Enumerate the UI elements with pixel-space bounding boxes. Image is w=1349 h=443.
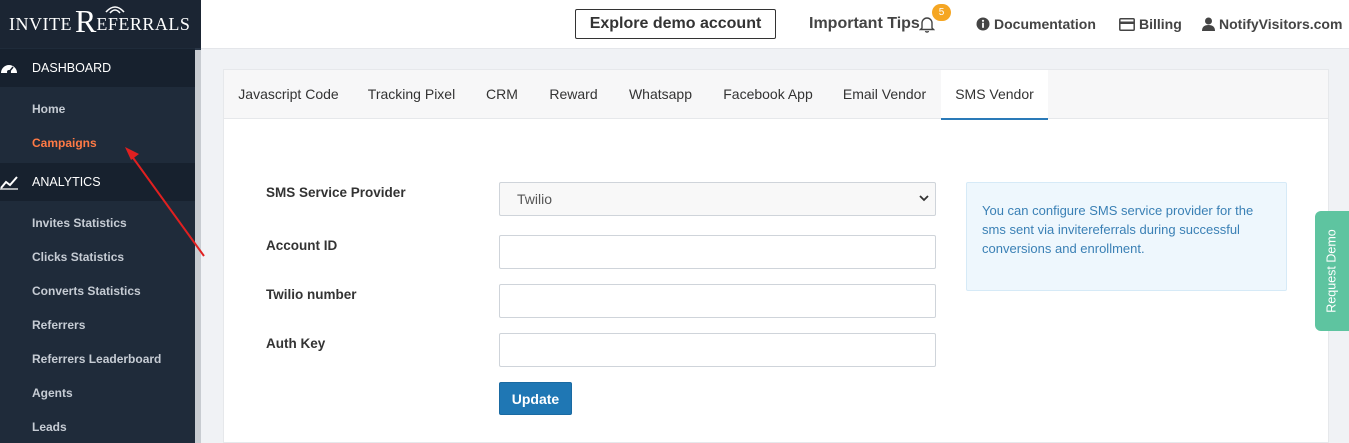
billing-label: Billing bbox=[1139, 16, 1182, 32]
sidebar-section-label: ANALYTICS bbox=[32, 175, 101, 189]
sms-provider-selected-value: Twilio bbox=[517, 191, 553, 207]
account-id-input[interactable] bbox=[499, 235, 936, 269]
tab-tracking-pixel[interactable]: Tracking Pixel bbox=[353, 70, 470, 119]
sidebar-section-analytics[interactable]: ANALYTICS bbox=[0, 163, 195, 201]
top-header: Explore demo account Important Tips 5 Do… bbox=[201, 0, 1349, 49]
documentation-label: Documentation bbox=[994, 16, 1096, 32]
sidebar-item-leads[interactable]: Leads bbox=[32, 420, 67, 434]
sms-provider-label: SMS Service Provider bbox=[266, 185, 406, 200]
logo-text-invite: INVITE bbox=[9, 13, 72, 34]
credit-card-icon bbox=[1119, 17, 1135, 31]
info-circle-icon bbox=[976, 17, 990, 31]
sidebar-item-clicks-statistics[interactable]: Clicks Statistics bbox=[32, 250, 124, 264]
tab-bar: Javascript Code Tracking Pixel CRM Rewar… bbox=[224, 70, 1328, 120]
auth-key-input[interactable] bbox=[499, 333, 936, 367]
dashboard-icon bbox=[1, 65, 17, 74]
logo-text-r: R bbox=[74, 3, 97, 39]
chevron-down-icon bbox=[919, 195, 929, 202]
logo-text-eferrals: EFERRALS bbox=[96, 13, 191, 34]
account-link[interactable]: NotifyVisitors.com bbox=[1202, 16, 1342, 32]
sidebar-section-label: DASHBOARD bbox=[32, 61, 112, 75]
sidebar-item-converts-statistics[interactable]: Converts Statistics bbox=[32, 284, 141, 298]
app-logo[interactable]: INVITE R EFERRALS bbox=[0, 0, 201, 48]
sidebar-section-dashboard[interactable]: DASHBOARD bbox=[0, 49, 195, 87]
chart-line-icon bbox=[0, 176, 18, 190]
signal-icon bbox=[105, 6, 125, 14]
tab-whatsapp[interactable]: Whatsapp bbox=[613, 70, 708, 119]
update-button[interactable]: Update bbox=[499, 382, 572, 415]
explore-demo-button[interactable]: Explore demo account bbox=[575, 9, 776, 39]
tips-count-badge: 5 bbox=[932, 4, 951, 21]
request-demo-tab[interactable]: Request Demo bbox=[1315, 211, 1349, 331]
sidebar-item-invites-statistics[interactable]: Invites Statistics bbox=[32, 216, 127, 230]
account-id-label: Account ID bbox=[266, 238, 338, 253]
account-label: NotifyVisitors.com bbox=[1219, 16, 1343, 32]
tab-javascript-code[interactable]: Javascript Code bbox=[224, 70, 353, 119]
info-box: You can configure SMS service provider f… bbox=[966, 182, 1287, 291]
tab-facebook-app[interactable]: Facebook App bbox=[708, 70, 828, 119]
documentation-link[interactable]: Documentation bbox=[976, 16, 1096, 32]
bell-icon[interactable] bbox=[919, 15, 935, 33]
billing-link[interactable]: Billing bbox=[1119, 16, 1182, 32]
sidebar: INVITE R EFERRALS DASHBOARD Home Campaig… bbox=[0, 0, 201, 443]
auth-key-label: Auth Key bbox=[266, 336, 326, 351]
sidebar-item-campaigns[interactable]: Campaigns bbox=[32, 136, 97, 150]
tab-crm[interactable]: CRM bbox=[470, 70, 534, 119]
important-tips-link[interactable]: Important Tips bbox=[809, 15, 920, 33]
sidebar-item-home[interactable]: Home bbox=[32, 102, 65, 116]
sidebar-item-referrers[interactable]: Referrers bbox=[32, 318, 85, 332]
sms-provider-select[interactable]: Twilio bbox=[499, 182, 936, 216]
twilio-number-label: Twilio number bbox=[266, 287, 357, 302]
twilio-number-input[interactable] bbox=[499, 284, 936, 318]
sidebar-scrollbar-thumb[interactable] bbox=[195, 50, 201, 443]
request-demo-label: Request Demo bbox=[1325, 229, 1339, 313]
sidebar-item-referrers-leaderboard[interactable]: Referrers Leaderboard bbox=[32, 352, 161, 366]
tab-email-vendor[interactable]: Email Vendor bbox=[828, 70, 941, 119]
user-icon bbox=[1202, 17, 1215, 31]
tab-reward[interactable]: Reward bbox=[534, 70, 613, 119]
tab-sms-vendor[interactable]: SMS Vendor bbox=[941, 70, 1048, 120]
sidebar-item-agents[interactable]: Agents bbox=[32, 386, 73, 400]
settings-card: Javascript Code Tracking Pixel CRM Rewar… bbox=[223, 69, 1329, 443]
